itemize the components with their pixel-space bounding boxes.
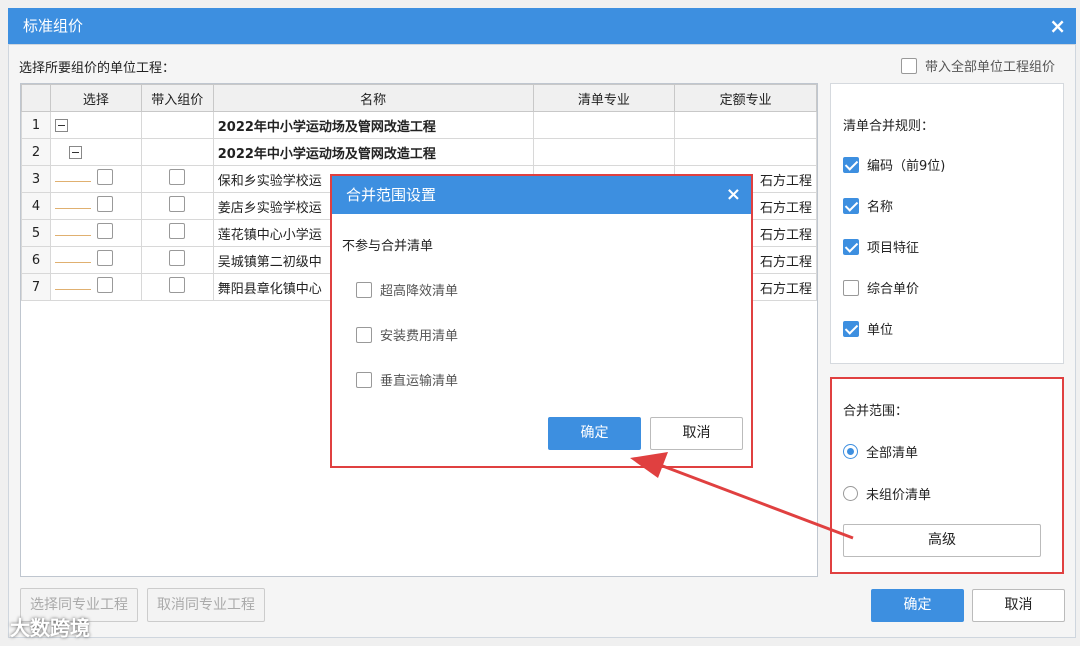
arrow-head-icon: [630, 452, 668, 478]
arrow-line: [659, 463, 854, 540]
annotation-arrow: [630, 452, 854, 540]
watermark: 大数跨境: [10, 616, 90, 640]
